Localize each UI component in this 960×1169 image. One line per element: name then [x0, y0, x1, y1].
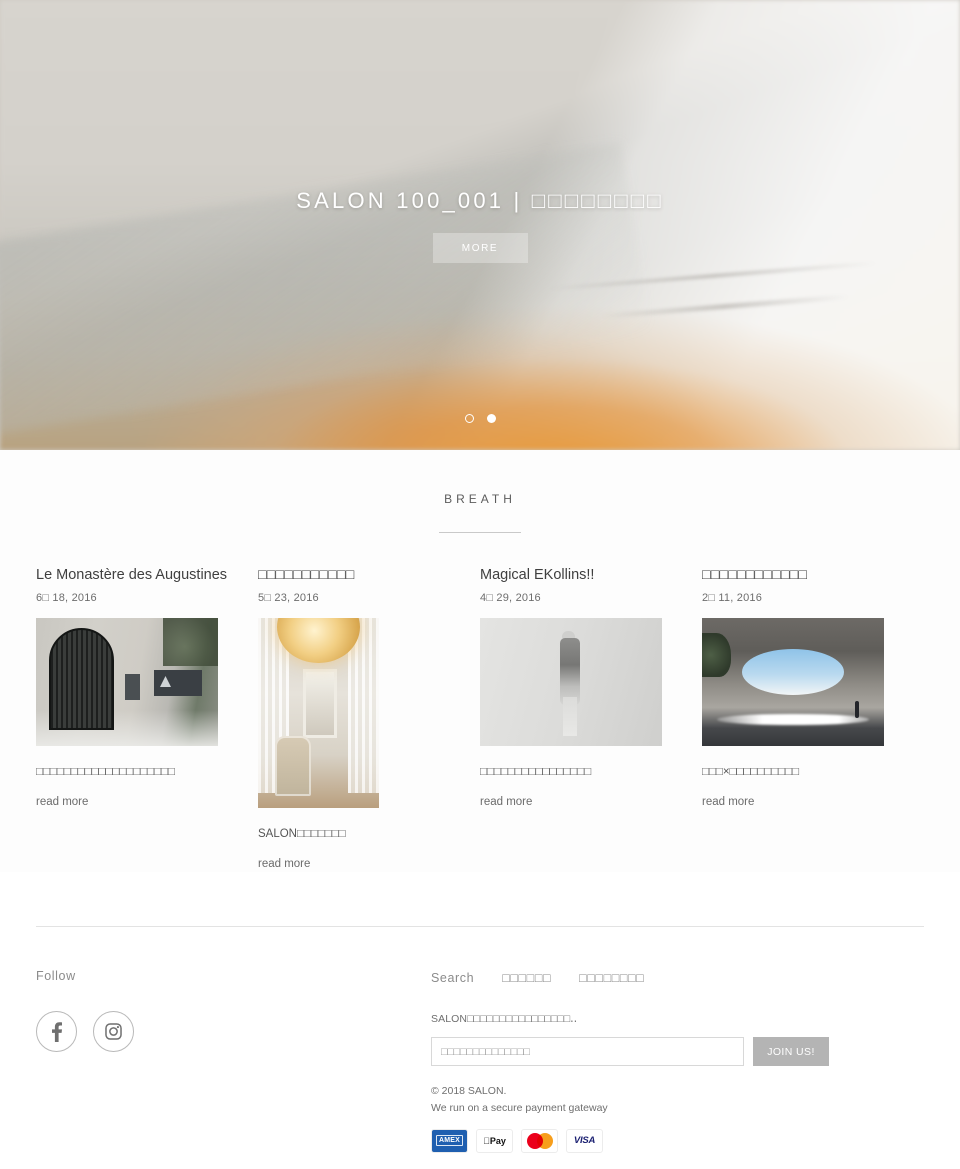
join-us-button[interactable]: JOIN US! [753, 1037, 829, 1067]
water-pool-shape [716, 713, 870, 726]
footer-legal: © 2018 SALON. We run on a secure payment… [431, 1083, 924, 1118]
hero-overlay: SALON 100_001 | □□□□□□□□ MORE [0, 0, 960, 450]
carousel-dot-1[interactable] [464, 414, 474, 423]
card-title[interactable]: Magical EKollins!! [480, 566, 682, 585]
hero-title: SALON 100_001 | □□□□□□□□ [296, 188, 664, 213]
newsletter-email-input[interactable] [431, 1037, 744, 1067]
footer-nav[interactable]: Search □□□□□□ □□□□□□□□ [431, 971, 924, 985]
read-more-link[interactable]: read more [702, 796, 754, 808]
card-excerpt: □□□□□□□□□□□□□□□□□□□□ [36, 765, 175, 778]
card-title[interactable]: Le Monastère des Augustines [36, 566, 238, 585]
visa-label: VISA [573, 1135, 596, 1147]
footer-follow-column: Follow [36, 969, 431, 1153]
card-thumbnail[interactable] [480, 617, 662, 746]
apple-pay-label: Pay [486, 1135, 506, 1146]
carousel-dot-2[interactable] [486, 414, 496, 423]
iron-gate-shape [48, 628, 115, 731]
card-date: 5□ 23, 2016 [258, 591, 319, 604]
card-thumbnail[interactable] [702, 617, 884, 746]
mannequin-legs-shape [562, 697, 578, 736]
copyright-text: © 2018 SALON. [431, 1085, 507, 1098]
tree-shape [702, 633, 732, 677]
read-more-link[interactable]: read more [480, 796, 532, 808]
card-date: 2□ 11, 2016 [702, 591, 763, 604]
amex-label: AMEX [435, 1135, 464, 1147]
section-divider [439, 532, 521, 533]
footer-nav-item-2[interactable]: □□□□□□ [502, 971, 551, 985]
visa-icon: VISA [566, 1128, 603, 1153]
amex-icon: AMEX [431, 1128, 468, 1153]
mastercard-icon [521, 1128, 558, 1153]
footer-nav-item-3[interactable]: □□□□□□□□ [579, 971, 644, 985]
apple-pay-icon: Pay [476, 1128, 513, 1153]
teshima-art-museum-photo [702, 617, 884, 746]
mannequin-body-shape [560, 638, 581, 705]
window-shape [302, 669, 337, 738]
footer: Follow Search □□□□□□ □□□□□□□□ SALON□□□□□… [0, 927, 960, 1153]
instagram-icon[interactable] [93, 1011, 134, 1053]
wall-plaque-shape [125, 674, 140, 700]
card-excerpt: SALON□□□□□□□ [258, 827, 346, 840]
blog-card[interactable]: □□□□□□□□□□□□ 2□ 11, 2016 □□□×□□□□□□□□□□ … [702, 566, 924, 810]
visitor-figure-shape [854, 700, 859, 718]
carousel-dots[interactable] [0, 414, 960, 423]
hero-carousel[interactable]: SALON 100_001 | □□□□□□□□ MORE [0, 0, 960, 450]
card-thumbnail[interactable] [36, 617, 218, 746]
card-title[interactable]: □□□□□□□□□□□□ [702, 566, 904, 585]
card-date: 4□ 29, 2016 [480, 591, 541, 604]
mannequin-garment-photo [480, 617, 662, 746]
payment-methods: AMEX Pay VISA [431, 1128, 924, 1153]
facebook-icon[interactable] [36, 1011, 77, 1053]
read-more-link[interactable]: read more [258, 858, 310, 870]
card-excerpt: □□□□□□□□□□□□□□□□ [480, 765, 592, 778]
payment-gateway-note: We run on a secure payment gateway [431, 1102, 608, 1115]
entrance-sign-shape [154, 670, 202, 696]
footer-main-column: Search □□□□□□ □□□□□□□□ SALON□□□□□□□□□□□□… [431, 969, 924, 1153]
card-excerpt: □□□×□□□□□□□□□□ [702, 765, 800, 778]
oculus-opening-shape [742, 648, 844, 695]
monastere-facade-photo [36, 617, 218, 746]
blog-section: BREATH Le Monastère des Augustines 6□ 18… [0, 450, 960, 873]
chandelier-interior-photo [258, 617, 379, 808]
newsletter-description: SALON□□□□□□□□□□□□□□□□‥ [431, 1013, 578, 1026]
newsletter-form[interactable]: JOIN US! [431, 1037, 924, 1067]
card-date: 6□ 18, 2016 [36, 591, 97, 604]
card-title[interactable]: □□□□□□□□□□□ [258, 566, 460, 585]
hedge-shape [163, 617, 218, 667]
section-header: BREATH [0, 492, 960, 533]
follow-label: Follow [36, 969, 76, 984]
blog-card[interactable]: Magical EKollins!! 4□ 29, 2016 □□□□□□□□□… [480, 566, 702, 810]
hero-more-button[interactable]: MORE [432, 233, 528, 263]
blog-card[interactable]: □□□□□□□□□□□ 5□ 23, 2016 SALON□□□□□□□ rea… [258, 566, 480, 872]
read-more-link[interactable]: read more [36, 796, 88, 808]
social-links[interactable] [36, 1011, 431, 1053]
blog-card[interactable]: Le Monastère des Augustines 6□ 18, 2016 … [36, 566, 258, 810]
chair-shape [274, 735, 312, 797]
footer-nav-search[interactable]: Search [431, 971, 474, 985]
card-thumbnail[interactable] [258, 617, 379, 808]
mastercard-circles [526, 1132, 553, 1149]
section-title: BREATH [444, 492, 516, 506]
blog-card-list: Le Monastère des Augustines 6□ 18, 2016 … [0, 566, 960, 872]
